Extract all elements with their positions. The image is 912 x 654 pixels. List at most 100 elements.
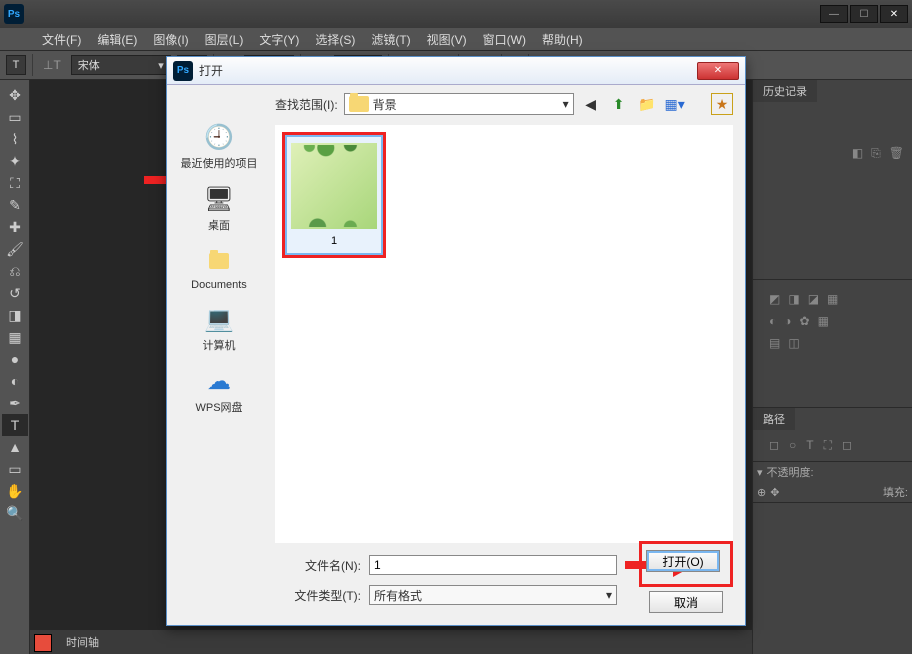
eyedropper-tool[interactable]: ✎	[2, 194, 28, 216]
open-button[interactable]: 打开(O)	[646, 550, 720, 572]
timeline-label: 时间轴	[66, 634, 99, 650]
create-document-icon[interactable]: ⎘	[871, 146, 881, 161]
eraser-tool[interactable]: ◨	[2, 304, 28, 326]
cloud-icon: ☁	[201, 365, 237, 397]
path-icon[interactable]: ⛶	[824, 438, 832, 453]
type-tool-preset[interactable]: T	[6, 55, 26, 75]
dialog-close-button[interactable]: ✕	[697, 62, 739, 80]
thumbnail-label: 1	[291, 231, 377, 249]
shape-tool[interactable]: ▭	[2, 458, 28, 480]
dodge-tool[interactable]: ◐	[2, 370, 28, 392]
paths-panel-tab[interactable]: 路径	[753, 408, 795, 430]
new-folder-button[interactable]: 📁	[636, 93, 658, 115]
dialog-places-sidebar: 🕘 最近使用的项目 🖥 桌面 Documents 💻 计算机 ☁ WPS网盘	[167, 85, 271, 625]
open-dialog: Ps 打开 ✕ 🕘 最近使用的项目 🖥 桌面 Documents 💻 计算机 ☁	[166, 56, 746, 626]
adjustment-icon[interactable]: ◪	[808, 292, 819, 306]
app-logo: Ps	[4, 4, 24, 24]
menu-filter[interactable]: 滤镜(T)	[363, 28, 418, 50]
filetype-select[interactable]: 所有格式▾	[369, 585, 617, 605]
delete-state-icon[interactable]: 🗑	[889, 146, 904, 161]
place-documents[interactable]: Documents	[191, 245, 247, 291]
tools-panel: ✥ ▭ ⌇ ✦ ⛶ ✎ ✚ 🖌 ⎌ ↺ ◨ ▦ ● ◐ ✒ T ▲ ▭ ✋ 🔍	[0, 80, 30, 654]
gradient-tool[interactable]: ▦	[2, 326, 28, 348]
orientation-toggle-icon[interactable]: ⊥T	[39, 58, 65, 72]
dialog-titlebar: Ps 打开 ✕	[167, 57, 745, 85]
crop-tool[interactable]: ⛶	[2, 172, 28, 194]
adjustment-icon[interactable]: ▦	[818, 314, 829, 328]
annotation-box-open-button: 打开(O)	[639, 541, 733, 587]
menu-help[interactable]: 帮助(H)	[534, 28, 591, 50]
chevron-down-icon: ▾	[606, 588, 612, 602]
adjustment-icon[interactable]: ▦	[827, 292, 838, 306]
filetype-label: 文件类型(T):	[275, 587, 361, 604]
zoom-tool[interactable]: 🔍	[2, 502, 28, 524]
path-icon[interactable]: ◻	[842, 438, 852, 453]
view-menu-button[interactable]: ▦▾	[664, 93, 686, 115]
font-family-select[interactable]: 宋体▾	[71, 55, 171, 75]
favorite-button[interactable]: ★	[711, 93, 733, 115]
filename-input[interactable]	[369, 555, 617, 575]
file-list[interactable]: 1	[275, 125, 733, 543]
foreground-color-swatch[interactable]	[34, 634, 52, 652]
history-brush-tool[interactable]: ↺	[2, 282, 28, 304]
window-minimize-button[interactable]: —	[820, 5, 848, 23]
file-thumbnail-selected[interactable]: 1	[282, 132, 386, 258]
computer-icon: 💻	[201, 303, 237, 335]
lock-icon[interactable]: ✥	[770, 486, 779, 499]
desktop-icon: 🖥	[201, 183, 237, 215]
back-button[interactable]: ◀	[580, 93, 602, 115]
menu-image[interactable]: 图像(I)	[145, 28, 196, 50]
adjustment-icon[interactable]: ▤	[769, 336, 780, 350]
up-button[interactable]: ⬆	[608, 93, 630, 115]
path-icon[interactable]: T	[806, 438, 813, 453]
lock-icon[interactable]: ⊕	[757, 486, 766, 499]
opacity-label: 不透明度:	[767, 464, 814, 480]
lookin-combo[interactable]: 背景 ▾	[344, 93, 574, 115]
place-recent[interactable]: 🕘 最近使用的项目	[181, 121, 258, 171]
thumbnail-preview	[291, 143, 377, 229]
pen-tool[interactable]: ✒	[2, 392, 28, 414]
fill-label: 填充:	[883, 484, 908, 500]
window-close-button[interactable]: ✕	[880, 5, 908, 23]
blur-tool[interactable]: ●	[2, 348, 28, 370]
path-icon[interactable]: ○	[789, 438, 796, 453]
path-icon[interactable]: ◻	[769, 438, 779, 453]
window-maximize-button[interactable]: ☐	[850, 5, 878, 23]
clone-stamp-tool[interactable]: ⎌	[2, 260, 28, 282]
lookin-label: 查找范围(I):	[275, 96, 338, 113]
cancel-button[interactable]: 取消	[649, 591, 723, 613]
history-panel-tab[interactable]: 历史记录	[753, 80, 817, 102]
place-computer[interactable]: 💻 计算机	[201, 303, 237, 353]
path-select-tool[interactable]: ▲	[2, 436, 28, 458]
hand-tool[interactable]: ✋	[2, 480, 28, 502]
dialog-app-icon: Ps	[173, 61, 193, 81]
magic-wand-tool[interactable]: ✦	[2, 150, 28, 172]
menu-type[interactable]: 文字(Y)	[251, 28, 307, 50]
menu-window[interactable]: 窗口(W)	[475, 28, 534, 50]
adjustment-icon[interactable]: ◐	[769, 314, 776, 328]
adjustment-icon[interactable]: ◨	[788, 292, 799, 306]
adjustment-icon[interactable]: ◫	[788, 336, 799, 350]
adjustment-icon[interactable]: ◩	[769, 292, 780, 306]
menu-select[interactable]: 选择(S)	[307, 28, 363, 50]
menu-layer[interactable]: 图层(L)	[197, 28, 252, 50]
adjustment-icon[interactable]: ✿	[800, 314, 810, 328]
healing-brush-tool[interactable]: ✚	[2, 216, 28, 238]
marquee-tool[interactable]: ▭	[2, 106, 28, 128]
lasso-tool[interactable]: ⌇	[2, 128, 28, 150]
menu-edit[interactable]: 编辑(E)	[89, 28, 145, 50]
type-tool[interactable]: T	[2, 414, 28, 436]
status-bar: 时间轴	[30, 630, 752, 654]
place-desktop[interactable]: 🖥 桌面	[201, 183, 237, 233]
move-tool[interactable]: ✥	[2, 84, 28, 106]
menu-file[interactable]: 文件(F)	[34, 28, 89, 50]
new-snapshot-icon[interactable]: ◧	[852, 146, 863, 161]
menu-bar: 文件(F) 编辑(E) 图像(I) 图层(L) 文字(Y) 选择(S) 滤镜(T…	[0, 28, 912, 50]
menu-view[interactable]: 视图(V)	[419, 28, 475, 50]
app-titlebar: Ps — ☐ ✕	[0, 0, 912, 28]
brush-tool[interactable]: 🖌	[2, 238, 28, 260]
place-wps[interactable]: ☁ WPS网盘	[195, 365, 242, 415]
dialog-title: 打开	[199, 62, 223, 79]
adjustment-icon[interactable]: ◑	[784, 314, 791, 328]
right-panels: 历史记录 ◧ ⎘ 🗑 ◩ ◨ ◪ ▦ ◐ ◑ ✿ ▦	[752, 80, 912, 654]
